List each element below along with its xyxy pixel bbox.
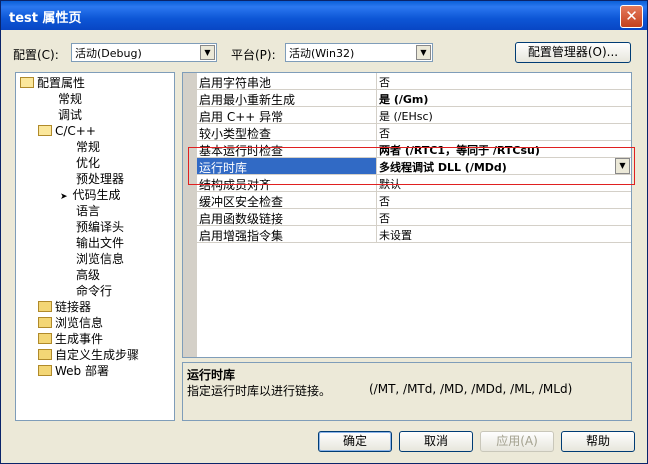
tree-item-preprocessor[interactable]: 预处理器 (76, 171, 124, 187)
config-manager-button[interactable]: 配置管理器(O)... (515, 42, 631, 63)
window-title: test 属性页 (9, 11, 82, 26)
tree-item-config-properties[interactable]: 配置属性 (20, 75, 85, 91)
tree-item-browse-information[interactable]: 浏览信息 (38, 315, 103, 331)
platform-select[interactable]: 活动(Win32) ▼ (285, 43, 433, 62)
tree-item-general[interactable]: 常规 (58, 91, 82, 107)
property-row[interactable]: 启用 C++ 异常是 (/EHsc) (197, 107, 631, 124)
platform-label: 平台(P): (231, 48, 276, 62)
description-text: 指定运行时库以进行链接。 (187, 384, 332, 398)
cancel-button[interactable]: 取消 (399, 431, 473, 452)
folder-icon (38, 349, 52, 360)
chevron-down-icon[interactable]: ▼ (200, 45, 215, 60)
chevron-down-icon[interactable]: ▼ (416, 45, 431, 60)
tree-item-linker[interactable]: 链接器 (38, 299, 91, 315)
property-row[interactable]: 结构成员对齐 默认 (197, 175, 631, 192)
property-grid: 启用字符串池否 启用最小重新生成是 (/Gm) 启用 C++ 异常是 (/EHs… (182, 72, 632, 358)
tree-item-advanced[interactable]: 高级 (76, 267, 100, 283)
folder-icon (38, 301, 52, 312)
tree-item-cpp[interactable]: C/C++ (38, 123, 96, 139)
description-options: (/MT, /MTd, /MD, /MDd, /ML, /MLd) (369, 382, 573, 396)
folder-icon (38, 365, 52, 376)
property-row[interactable]: 较小类型检查否 (197, 124, 631, 141)
property-pages-dialog: test 属性页 ✕ 配置(C): 活动(Debug) ▼ 平台(P): 活动(… (0, 0, 648, 464)
grid-gutter (183, 73, 197, 357)
property-row[interactable]: 启用最小重新生成是 (/Gm) (197, 90, 631, 107)
folder-icon (38, 317, 52, 328)
description-panel: 运行时库 指定运行时库以进行链接。 (/MT, /MTd, /MD, /MDd,… (182, 362, 632, 421)
config-value: 活动(Debug) (75, 47, 142, 60)
property-row[interactable]: 基本运行时检查 两者 (/RTC1，等同于 /RTCsu) (197, 141, 631, 158)
runtime-library-value[interactable]: 多线程调试 DLL (/MDd) (379, 159, 507, 175)
folder-open-icon (20, 77, 34, 88)
folder-open-icon (38, 125, 52, 136)
tree-item-cpp-general[interactable]: 常规 (76, 139, 100, 155)
tree-item-code-generation[interactable]: ➤ 代码生成 (60, 187, 121, 203)
apply-button[interactable]: 应用(A) (480, 431, 554, 452)
chevron-down-icon[interactable]: ▼ (615, 158, 630, 174)
config-select[interactable]: 活动(Debug) ▼ (71, 43, 217, 62)
tree-item-language[interactable]: 语言 (76, 203, 100, 219)
property-row[interactable]: 启用增强指令集 未设置 (197, 226, 631, 243)
category-tree[interactable]: 配置属性 常规 调试 C/C++ 常规 优化 预处理器 ➤ 代码生成 语言 预编译… (15, 72, 175, 421)
current-item-arrow-icon: ➤ (60, 192, 68, 202)
folder-icon (38, 333, 52, 344)
close-icon: ✕ (625, 7, 638, 25)
tree-item-build-events[interactable]: 生成事件 (38, 331, 103, 347)
property-row[interactable]: 缓冲区安全检查否 (197, 192, 631, 209)
close-button[interactable]: ✕ (620, 5, 643, 28)
tree-item-browse-info[interactable]: 浏览信息 (76, 251, 124, 267)
tree-item-command-line[interactable]: 命令行 (76, 283, 112, 299)
tree-item-custom-build-step[interactable]: 自定义生成步骤 (38, 347, 139, 363)
config-label: 配置(C): (13, 48, 59, 62)
title-bar[interactable]: test 属性页 ✕ (1, 1, 647, 30)
platform-value: 活动(Win32) (289, 47, 355, 60)
tree-item-web-deployment[interactable]: Web 部署 (38, 363, 109, 379)
tree-item-output-files[interactable]: 输出文件 (76, 235, 124, 251)
property-row[interactable]: 启用函数级链接否 (197, 209, 631, 226)
tree-item-optimization[interactable]: 优化 (76, 155, 100, 171)
tree-item-precompiled-headers[interactable]: 预编译头 (76, 219, 124, 235)
property-row-runtime-library[interactable]: 运行时库 多线程调试 DLL (/MDd) ▼ (197, 158, 631, 175)
description-title: 运行时库 (187, 368, 236, 382)
help-button[interactable]: 帮助 (561, 431, 635, 452)
ok-button[interactable]: 确定 (318, 431, 392, 452)
tree-item-debugging[interactable]: 调试 (58, 107, 82, 123)
property-row[interactable]: 启用字符串池否 (197, 73, 631, 90)
